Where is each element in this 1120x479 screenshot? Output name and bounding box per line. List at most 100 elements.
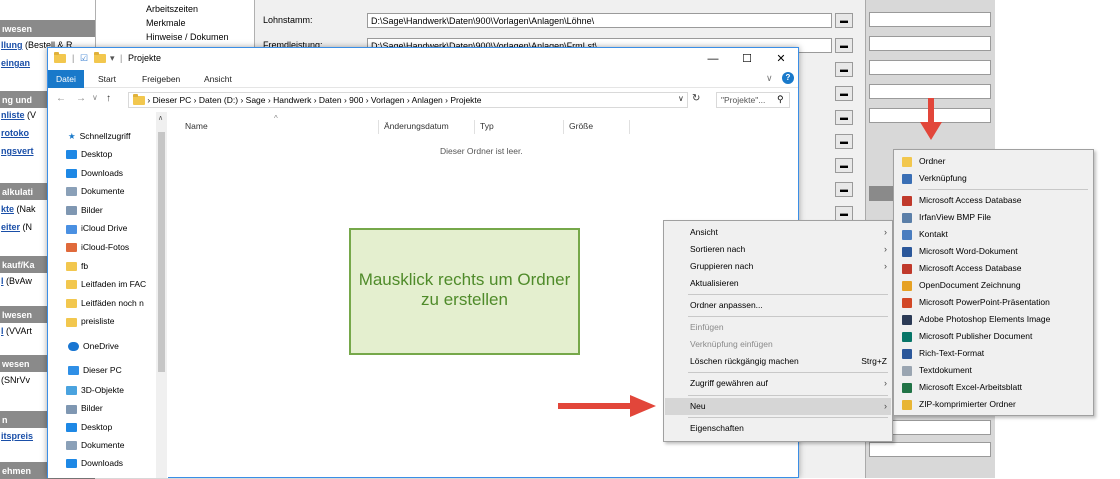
forward-arrow-icon[interactable]: → <box>76 93 86 104</box>
nav-item[interactable]: Desktop✦ <box>66 146 168 162</box>
context-menu-item[interactable]: Löschen rückgängig machen Strg+Z <box>665 353 891 370</box>
quick-access-item[interactable]: ★ Schnellzugriff <box>68 128 168 144</box>
new-submenu-item[interactable]: ZIP-komprimierter Ordner <box>895 396 1092 413</box>
nav-item[interactable]: 3D-Objekte <box>66 382 168 398</box>
context-menu-item[interactable]: Sortieren nach › <box>665 241 891 258</box>
browse-button[interactable]: ▬ <box>835 62 853 77</box>
new-submenu-item[interactable]: Microsoft Access Database <box>895 192 1092 209</box>
browse-button[interactable]: ▬ <box>835 158 853 173</box>
address-bar[interactable]: › Dieser PC › Daten (D:) › Sage › Handwe… <box>128 92 688 108</box>
context-menu-item[interactable]: Ansicht › <box>665 224 891 241</box>
new-submenu-item[interactable]: Textdokument <box>895 362 1092 379</box>
nav-item-this-pc[interactable]: Dieser PC <box>68 362 168 378</box>
tree-item[interactable]: Hinweise / Dokumen <box>146 32 229 42</box>
browse-button[interactable]: ▬ <box>835 110 853 125</box>
nav-item[interactable]: iCloud-Fotos✦ <box>66 239 168 255</box>
column-separator[interactable] <box>474 120 475 134</box>
maximize-button[interactable]: ☐ <box>732 51 762 67</box>
nav-item-onedrive[interactable]: OneDrive <box>68 338 168 354</box>
column-separator[interactable] <box>563 120 564 134</box>
recent-dropdown-icon[interactable]: ∨ <box>92 93 98 102</box>
browse-button[interactable]: ▬ <box>835 134 853 149</box>
breadcrumb-item[interactable]: Daten <box>319 95 342 105</box>
column-separator[interactable] <box>378 120 379 134</box>
nav-item[interactable]: fb <box>66 258 168 274</box>
nav-item[interactable]: Bilder <box>66 400 168 416</box>
setting-path-field[interactable]: D:\Sage\Handwerk\Daten\900\Vorlagen\Anla… <box>367 13 832 28</box>
nav-item[interactable]: Desktop <box>66 419 168 435</box>
browse-button[interactable]: ▬ <box>835 206 853 221</box>
new-submenu-item[interactable]: Ordner <box>895 153 1092 170</box>
chevron-down-icon[interactable]: ∨ <box>766 73 773 84</box>
browse-button[interactable]: ▬ <box>835 182 853 197</box>
breadcrumb-item[interactable]: Sage <box>246 95 266 105</box>
browse-button[interactable]: ▬ <box>835 38 853 53</box>
breadcrumb-separator-icon[interactable]: › <box>238 95 246 105</box>
nav-scrollbar[interactable]: ∧ <box>156 112 167 478</box>
nav-item[interactable]: iCloud Drive✦ <box>66 220 168 236</box>
breadcrumb-item[interactable]: 900 <box>349 95 363 105</box>
context-menu-item[interactable]: Ordner anpassen... <box>665 297 891 314</box>
up-arrow-icon[interactable]: ↑ <box>106 93 111 104</box>
new-submenu-item[interactable]: Microsoft Excel-Arbeitsblatt <box>895 379 1092 396</box>
column-header-type[interactable]: Typ <box>480 121 494 131</box>
breadcrumb-separator-icon[interactable]: › <box>191 95 199 105</box>
properties-icon[interactable]: ☑ <box>80 53 88 64</box>
nav-item[interactable]: Leitfäden noch n <box>66 295 168 311</box>
context-menu-item[interactable]: Zugriff gewähren auf › <box>665 375 891 392</box>
browse-button[interactable]: ▬ <box>835 13 853 28</box>
tab-datei[interactable]: Datei <box>48 70 84 88</box>
breadcrumb-item[interactable]: Vorlagen <box>371 95 405 105</box>
tree-item[interactable]: Merkmale <box>146 18 186 28</box>
nav-item[interactable]: Downloads✦ <box>66 165 168 181</box>
new-submenu-item[interactable]: Microsoft PowerPoint-Präsentation <box>895 294 1092 311</box>
nav-item[interactable]: Dokumente✦ <box>66 183 168 199</box>
tab-freigeben[interactable]: Freigeben <box>134 70 188 88</box>
context-menu-item[interactable]: Einfügen <box>665 319 891 336</box>
context-menu-item[interactable]: Aktualisieren <box>665 275 891 292</box>
scroll-up-icon[interactable]: ∧ <box>158 114 163 122</box>
new-submenu-item[interactable]: Adobe Photoshop Elements Image <box>895 311 1092 328</box>
breadcrumb-item[interactable]: Projekte <box>450 95 481 105</box>
breadcrumb-item[interactable]: Dieser PC <box>153 95 192 105</box>
breadcrumb-separator-icon[interactable]: › <box>311 95 319 105</box>
scroll-thumb[interactable] <box>158 132 165 372</box>
close-button[interactable]: ✕ <box>766 51 796 67</box>
column-header-date[interactable]: Änderungsdatum <box>384 121 449 131</box>
new-submenu-item[interactable]: Kontakt <box>895 226 1092 243</box>
tab-ansicht[interactable]: Ansicht <box>196 70 240 88</box>
column-header-size[interactable]: Größe <box>569 121 593 131</box>
context-menu-item[interactable]: Neu › <box>665 398 891 415</box>
context-menu-item[interactable]: Eigenschaften <box>665 420 891 437</box>
breadcrumb-item[interactable]: Daten (D:) <box>199 95 238 105</box>
breadcrumb-separator-icon[interactable]: › <box>266 95 274 105</box>
nav-item[interactable]: preisliste <box>66 313 168 329</box>
nav-item[interactable]: Dokumente <box>66 437 168 453</box>
breadcrumb-separator-icon[interactable]: › <box>363 95 371 105</box>
tree-item[interactable]: Arbeitszeiten <box>146 4 198 14</box>
browse-button[interactable]: ▬ <box>835 86 853 101</box>
new-submenu-item[interactable]: Rich-Text-Format <box>895 345 1092 362</box>
new-submenu-item[interactable]: Verknüpfung <box>895 170 1092 187</box>
breadcrumb[interactable]: › Dieser PC › Daten (D:) › Sage › Handwe… <box>147 95 481 105</box>
new-submenu-item[interactable]: IrfanView BMP File <box>895 209 1092 226</box>
nav-item[interactable]: Downloads <box>66 455 168 471</box>
minimize-button[interactable]: — <box>698 51 728 67</box>
title-bar[interactable]: | ☑ ▾ | Projekte — ☐ ✕ <box>48 48 798 70</box>
address-dropdown-icon[interactable]: ∨ <box>678 94 684 103</box>
context-menu-item[interactable]: Gruppieren nach › <box>665 258 891 275</box>
new-submenu-item[interactable]: Microsoft Access Database <box>895 260 1092 277</box>
nav-item[interactable]: Bilder✦ <box>66 202 168 218</box>
new-submenu-item[interactable]: Microsoft Publisher Document <box>895 328 1092 345</box>
breadcrumb-item[interactable]: Handwerk <box>273 95 311 105</box>
refresh-icon[interactable]: ↻ <box>692 93 700 104</box>
breadcrumb-separator-icon[interactable]: › <box>404 95 411 105</box>
back-arrow-icon[interactable]: ← <box>56 93 66 104</box>
tab-start[interactable]: Start <box>90 70 124 88</box>
context-menu-item[interactable]: Verknüpfung einfügen <box>665 336 891 353</box>
nav-item[interactable]: Leitfaden im FAC <box>66 276 168 292</box>
breadcrumb-item[interactable]: Anlagen <box>412 95 443 105</box>
new-folder-icon[interactable] <box>94 52 106 64</box>
new-submenu-item[interactable]: Microsoft Word-Dokument <box>895 243 1092 260</box>
column-separator[interactable] <box>629 120 630 134</box>
